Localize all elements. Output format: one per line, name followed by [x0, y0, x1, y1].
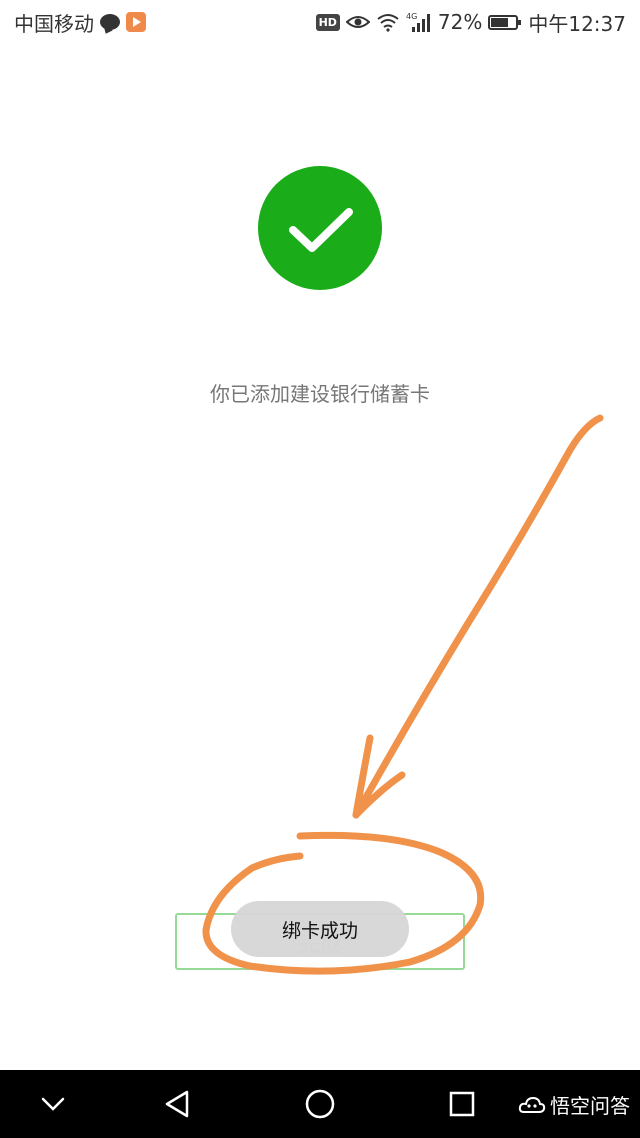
hd-icon: HD: [315, 13, 340, 31]
check-icon: [289, 208, 353, 252]
recents-square-icon: [449, 1091, 475, 1117]
annotation-arrow-head: [352, 734, 406, 819]
result-message: 你已添加建设银行储蓄卡: [210, 382, 430, 406]
cell-signal-icon: 4G: [406, 12, 430, 32]
nav-back-button[interactable]: [146, 1070, 208, 1138]
wifi-icon: [377, 14, 399, 32]
carrier-name: 中国移动: [14, 11, 94, 36]
status-bar: 中国移动 HD 4G 72% 中午12:37: [0, 0, 640, 44]
cloud-logo-icon: [518, 1096, 546, 1113]
chat-bubble-icon: [100, 14, 120, 30]
annotation-arrow-shaft: [352, 414, 604, 819]
nav-collapse-button[interactable]: [22, 1070, 84, 1138]
video-app-notification-icon: [126, 12, 146, 32]
status-bar-left: 中国移动: [14, 0, 146, 44]
watermark-text: 悟空问答: [550, 1094, 630, 1118]
chevron-down-icon: [41, 1097, 65, 1111]
battery-percentage: 72%: [437, 10, 483, 34]
eye-comfort-icon: [345, 16, 370, 28]
status-clock: 中午12:37: [528, 11, 626, 36]
toast-message: 绑卡成功: [231, 901, 409, 957]
battery-fill: [491, 17, 509, 27]
watermark: 悟空问答: [518, 1090, 630, 1119]
home-circle-icon: [305, 1089, 335, 1119]
nav-home-button[interactable]: [289, 1070, 351, 1138]
network-type-label: 4G: [406, 12, 417, 21]
nav-recents-button[interactable]: [431, 1070, 493, 1138]
back-triangle-icon: [165, 1090, 189, 1118]
battery-icon: [488, 14, 522, 30]
success-icon: [258, 166, 382, 290]
status-bar-right: HD 4G 72% 中午12:37: [315, 0, 626, 44]
